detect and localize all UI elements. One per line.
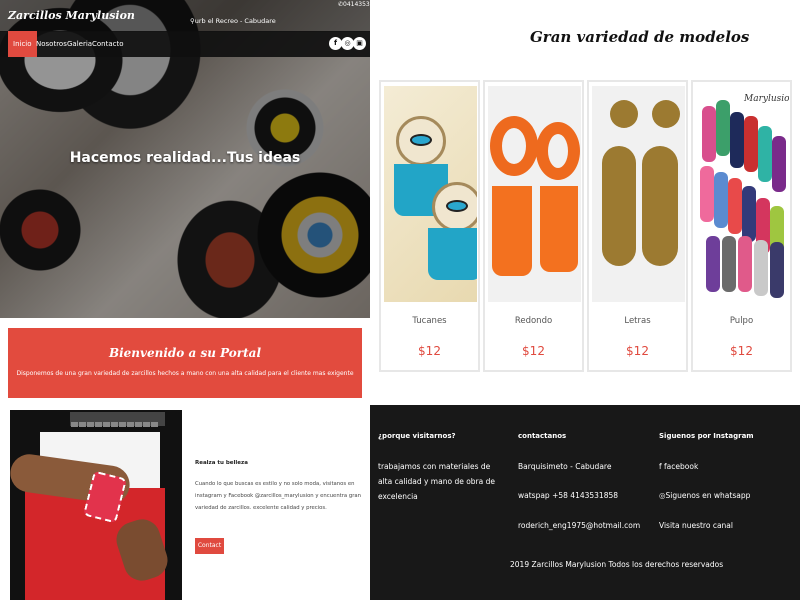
contact-button[interactable]: Contact [195, 538, 224, 554]
product-price: $12 [522, 344, 545, 358]
product-card-pulpo[interactable]: Marylusio Pulpo $12 [691, 80, 792, 372]
left-page-panel: Zarcillos Marylusion ⚲urb el Recreo - Ca… [0, 0, 370, 600]
product-price: $12 [418, 344, 441, 358]
main-navbar: Inicio Nosotros Galeria Contacto f ◎ ▣ [0, 31, 370, 57]
keyboard-image [70, 412, 165, 427]
pulpo-logo: Marylusio [744, 94, 789, 104]
site-footer: ¿porque visitarnos? trabajamos con mater… [370, 405, 800, 600]
footer-heading-visit: ¿porque visitarnos? [378, 432, 456, 440]
location-text: ⚲urb el Recreo - Cabudare [190, 17, 276, 25]
top-bar: Zarcillos Marylusion ⚲urb el Recreo - Ca… [0, 0, 370, 32]
product-name: Redondo [514, 316, 553, 326]
footer-heading-instagram: Siguenos por Instagram [659, 432, 754, 440]
product-image-pulpo[interactable]: Marylusio [696, 86, 789, 302]
product-card-redondo[interactable]: Redondo $12 [483, 80, 584, 372]
product-price: $12 [626, 344, 649, 358]
footer-heading-contact: contactanos [518, 432, 567, 440]
about-photo [10, 410, 182, 600]
welcome-subtitle: Disponemos de una gran variedad de zarci… [16, 370, 354, 377]
hero-headline: Hacemos realidad...Tus ideas [69, 150, 301, 166]
copyright-text: 2019 Zarcillos Marylusion Todos los dere… [510, 560, 724, 569]
about-heading: Realza tu belleza [195, 460, 248, 466]
brand-logo[interactable]: Zarcillos Marylusion [8, 9, 135, 22]
footer-contact-email[interactable]: roderich_eng1975@hotmail.com [518, 518, 640, 533]
product-name: Pulpo [729, 316, 754, 326]
product-name: Tucanes [412, 316, 447, 326]
product-price: $12 [730, 344, 753, 358]
instagram-icon[interactable]: ▣ [353, 37, 366, 50]
welcome-banner: Bienvenido a su Portal Disponemos de una… [8, 328, 362, 398]
about-text: Cuando lo que buscas es estilo y no solo… [195, 481, 361, 511]
product-name: Letras [624, 316, 651, 326]
footer-contact-city: Barquisimeto - Cabudare [518, 462, 612, 471]
products-title: Gran variedad de modelos [530, 28, 750, 46]
product-image-tucanes[interactable] [384, 86, 477, 302]
product-card-letras[interactable]: Letras $12 [587, 80, 688, 372]
product-image-redondo[interactable] [488, 86, 581, 302]
footer-link-whatsapp[interactable]: ◎Siguenos en whatsapp [659, 488, 750, 503]
footer-visit-text: trabajamos con materiales de alta calida… [378, 462, 495, 501]
footer-link-facebook[interactable]: f facebook [659, 459, 698, 474]
welcome-title: Bienvenido a su Portal [108, 346, 262, 360]
products-section: Gran variedad de modelos Tucanes $12 Red… [370, 0, 800, 405]
product-image-letras[interactable] [592, 86, 685, 302]
phone-text: ✆04143531858 [338, 1, 370, 8]
hero-section: Zarcillos Marylusion ⚲urb el Recreo - Ca… [0, 0, 370, 318]
nav-contacto[interactable]: Contacto [87, 31, 129, 57]
footer-link-channel[interactable]: Visita nuestro canal [659, 518, 733, 533]
footer-contact-phone: watspap +58 4143531858 [518, 491, 619, 500]
product-card-tucanes[interactable]: Tucanes $12 [379, 80, 480, 372]
